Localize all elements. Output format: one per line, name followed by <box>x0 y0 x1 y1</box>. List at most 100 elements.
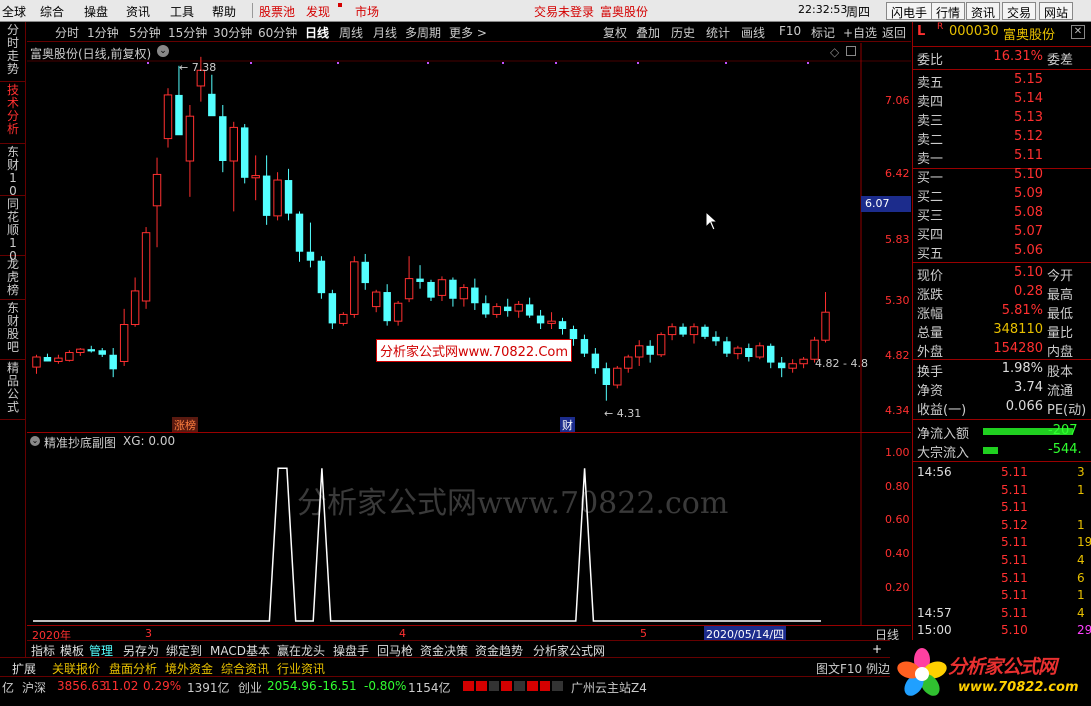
period-tab-1min[interactable]: 1分钟 <box>87 24 119 41</box>
tick-price: 5.11 <box>1001 535 1028 550</box>
period-tab-multi[interactable]: 多周期 <box>405 24 441 41</box>
menu-item-help[interactable]: 帮助 <box>212 3 236 20</box>
bid-row-value: 5.10 <box>1014 167 1043 182</box>
back-button[interactable]: 返回 <box>882 24 906 41</box>
info-button[interactable]: 资讯 <box>966 2 1001 20</box>
candle-body <box>656 334 666 356</box>
menu-item-news[interactable]: 资讯 <box>126 3 150 20</box>
cy-index-value: 2054.96 <box>267 679 317 693</box>
candle-body <box>383 292 391 322</box>
market-label: 沪深 <box>22 681 47 695</box>
candle-body <box>799 358 808 365</box>
tab-label: 分时走势 <box>6 23 19 76</box>
tick-row: 5.11 4 <box>913 553 1091 571</box>
history-button[interactable]: 历史 <box>671 24 695 41</box>
limit-up-tag[interactable]: 涨榜 <box>172 417 198 433</box>
indicator-subchart[interactable]: ⌄ 精准抄底副图 XG: 0.00 分析家公式网www.70822.com 1.… <box>27 432 911 642</box>
stat-row-label: 涨跌 <box>917 288 944 303</box>
ask-row-label: 卖一 <box>917 152 944 167</box>
candle-body <box>295 213 304 252</box>
server-label[interactable]: 广州云主站Z4 <box>571 679 647 696</box>
quote-button[interactable]: 行情 <box>931 2 966 20</box>
cy-label: 创业 <box>238 681 263 695</box>
lightning-trade-button[interactable]: 闪电手 <box>886 2 933 20</box>
candle-body <box>591 353 600 369</box>
website-button[interactable]: 网站 <box>1039 2 1074 20</box>
candle-body <box>503 306 512 312</box>
candlestick-chart[interactable]: 富奥股份(日线,前复权) ⌄ ◇ 7.06 6.42 6.07 5.83 5.3… <box>27 43 911 433</box>
current-price-marker: 6.07 <box>861 196 911 212</box>
x-month-label: 4 <box>399 627 406 640</box>
period-tab-monthly[interactable]: 月线 <box>373 24 397 41</box>
menu-item-tools[interactable]: 工具 <box>170 3 194 20</box>
period-tab-15min[interactable]: 15分钟 <box>168 24 207 41</box>
draw-line-button[interactable]: 画线 <box>741 24 765 41</box>
flow-label: 净流入额 <box>917 427 970 442</box>
tab-premium-formula[interactable]: 精品公式 <box>0 360 26 420</box>
tab-label: 技术分析 <box>6 83 19 136</box>
period-tab-30min[interactable]: 30分钟 <box>213 24 252 41</box>
stat-row-label: 现价 <box>917 269 944 284</box>
period-tab-intraday[interactable]: 分时 <box>55 24 79 41</box>
x-month-label: 3 <box>145 627 152 640</box>
plus-icon[interactable]: + <box>872 642 882 656</box>
candle-body <box>755 345 764 358</box>
ext-tab-expand[interactable]: 扩展 <box>12 660 36 677</box>
candle-body <box>569 329 578 340</box>
tab-eastmoney-forum[interactable]: 东财股吧 <box>0 300 26 360</box>
tab-technical[interactable]: 技术分析 <box>0 82 26 144</box>
tab-intraday[interactable]: 分时走势 <box>0 22 26 82</box>
candle-body <box>449 279 457 299</box>
finance-tag[interactable]: 财 <box>560 417 575 433</box>
stat2-row-value: 0.066 <box>1005 399 1043 414</box>
cy-index-amount: 1154亿 <box>408 681 451 695</box>
ext-tab-industry-news[interactable]: 行业资讯 <box>277 660 325 677</box>
period-tab-daily[interactable]: 日线 <box>305 24 329 41</box>
tab-ths-10[interactable]: 同花顺10 <box>0 196 26 263</box>
tick-row: 5.12 1 <box>913 518 1091 536</box>
candle-body <box>492 306 501 315</box>
login-status[interactable]: 交易未登录 <box>534 3 594 20</box>
period-tab-more[interactable]: 更多 > <box>449 24 487 41</box>
tick-time: 14:57 <box>917 605 952 620</box>
menu-item-trade[interactable]: 操盘 <box>84 3 108 20</box>
stat2-row-label: 换手 <box>917 365 944 380</box>
mark-button[interactable]: 标记 <box>811 24 835 41</box>
discover-menu[interactable]: 发现 <box>306 3 330 20</box>
bid-row-value: 5.06 <box>1014 243 1043 258</box>
candle-body <box>536 315 545 324</box>
stock-pool-menu[interactable]: 股票池 <box>259 3 295 20</box>
candle-body <box>624 356 633 369</box>
ext-tab-related-quote[interactable]: 关联报价 <box>52 660 100 677</box>
market-menu[interactable]: 市场 <box>355 3 379 20</box>
stats-button[interactable]: 统计 <box>706 24 730 41</box>
weicha-label: 委差 <box>1047 53 1074 68</box>
tab-dragon-tiger[interactable]: 龙虎榜 <box>0 256 26 300</box>
stat-row-value: 5.81% <box>1001 303 1043 318</box>
ext-tab-general-news[interactable]: 综合资讯 <box>221 660 269 677</box>
add-watchlist-button[interactable]: +自选 <box>843 24 877 41</box>
menu-item-general[interactable]: 综合 <box>40 3 64 20</box>
menu-item-global[interactable]: 全球 <box>2 3 26 20</box>
overlay-button[interactable]: 叠加 <box>636 24 660 41</box>
tab-eastmoney-10[interactable]: 东财10 <box>0 144 26 198</box>
period-tab-60min[interactable]: 60分钟 <box>258 24 297 41</box>
adjust-button[interactable]: 复权 <box>603 24 627 41</box>
site-logo: 分析家公式网 www.70822.com <box>890 640 1091 706</box>
ext-right-f10[interactable]: 图文F10 例边 <box>816 660 890 677</box>
ask-row-value: 5.13 <box>1014 110 1043 125</box>
period-tab-5min[interactable]: 5分钟 <box>129 24 161 41</box>
period-tab-weekly[interactable]: 周线 <box>339 24 363 41</box>
sh-index-amount: 1391亿 <box>187 681 230 695</box>
sh-index-value: 3856.63 <box>57 679 107 693</box>
stat-row-label: 涨幅 <box>917 307 944 322</box>
candle-body <box>547 320 556 324</box>
ext-tab-foreign-capital[interactable]: 境外资金 <box>165 660 213 677</box>
trade-button[interactable]: 交易 <box>1002 2 1037 20</box>
stock-code: 000030 <box>949 24 999 39</box>
weibi-value: 16.31% <box>993 49 1043 64</box>
tab-label: 东财股吧 <box>6 301 19 354</box>
ext-tab-market-analysis[interactable]: 盘面分析 <box>109 660 157 677</box>
f10-button[interactable]: F10 <box>779 24 801 38</box>
close-icon[interactable]: ✕ <box>1071 25 1085 39</box>
